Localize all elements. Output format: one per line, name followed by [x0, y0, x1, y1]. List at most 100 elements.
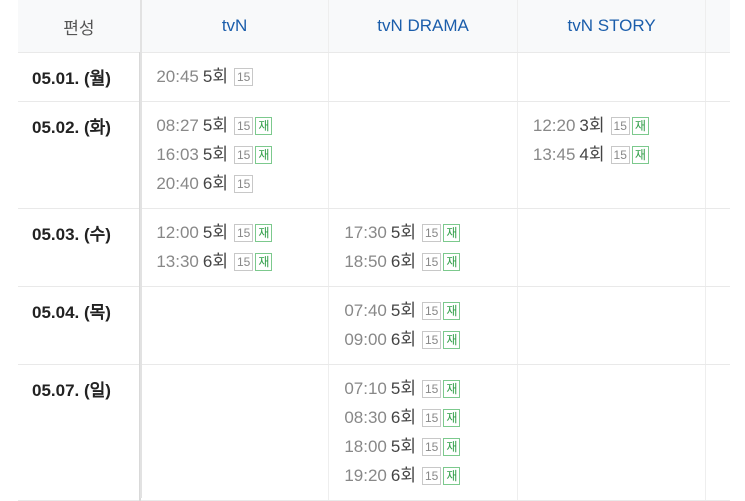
- schedule-row: 05.03. (수) 12:00 5회 15 재 13:30 6회 15 재 17:30 5회 15 재…: [18, 208, 730, 287]
- row-spacer: [705, 208, 730, 287]
- schedule-cell-tvn-story: 12:20 3회 15 재 13:45 4회 15 재: [516, 101, 706, 209]
- broadcast-entry[interactable]: 09:00 6회 15 재: [344, 325, 517, 354]
- broadcast-entry[interactable]: 12:20 3회 15 재: [533, 111, 706, 140]
- broadcast-entry[interactable]: 16:03 5회 15 재: [156, 140, 328, 169]
- schedule-cell-tvn-story: [516, 364, 706, 501]
- schedule-row: 05.01. (월) 20:45 5회 15: [18, 52, 730, 102]
- rerun-badge: 재: [631, 146, 649, 164]
- episode-number: 6회: [202, 174, 228, 193]
- episode-number: 5회: [202, 145, 228, 164]
- broadcast-time: 20:40: [156, 174, 199, 193]
- broadcast-entry[interactable]: 07:40 5회 15 재: [344, 296, 517, 325]
- broadcast-entry[interactable]: 19:20 6회 15 재: [344, 461, 517, 490]
- age-rating-badge: 15: [233, 146, 254, 164]
- schedule-cell-tvn-story: [516, 52, 706, 102]
- channel-header-tvn[interactable]: tvN: [139, 0, 329, 53]
- episode-number: 6회: [390, 466, 416, 485]
- schedule-cell-tvn: 08:27 5회 15 재 16:03 5회 15 재 20:40 6회 15: [140, 101, 329, 209]
- episode-number: 5회: [202, 223, 228, 242]
- schedule-row: 05.04. (목) 07:40 5회 15 재 09:00 6회 15 재: [18, 286, 730, 365]
- broadcast-time: 16:03: [156, 145, 199, 164]
- episode-number: 6회: [390, 252, 416, 271]
- age-rating-badge: 15: [233, 175, 254, 193]
- age-rating-badge: 15: [422, 331, 442, 349]
- schedule-cell-tvn-drama: 07:40 5회 15 재 09:00 6회 15 재: [328, 286, 518, 365]
- broadcast-entry[interactable]: 18:50 6회 15 재: [344, 247, 517, 276]
- episode-number: 4회: [579, 145, 605, 164]
- broadcast-time: 18:50: [344, 252, 387, 271]
- broadcast-entry[interactable]: 18:00 5회 15 재: [344, 432, 517, 461]
- schedule-cell-tvn: [140, 364, 329, 501]
- broadcast-time: 08:30: [344, 408, 387, 427]
- schedule-date: 05.02. (화): [18, 101, 142, 209]
- age-rating-badge: 15: [422, 380, 442, 398]
- age-rating-badge: 15: [422, 253, 442, 271]
- age-rating-badge: 15: [422, 438, 442, 456]
- rerun-badge: 재: [255, 146, 273, 164]
- broadcast-schedule-table: 편성 tvN tvN DRAMA tvN STORY 05.01. (월) 20:…: [18, 0, 730, 501]
- schedule-date: 05.04. (목): [18, 286, 142, 365]
- broadcast-entry[interactable]: 07:10 5회 15 재: [344, 374, 517, 403]
- rerun-badge: 재: [443, 302, 461, 320]
- schedule-date: 05.07. (일): [18, 364, 142, 501]
- episode-number: 6회: [390, 408, 416, 427]
- broadcast-time: 13:45: [532, 145, 576, 164]
- row-spacer: [705, 52, 730, 102]
- broadcast-time: 09:00: [344, 330, 387, 349]
- schedule-row: 05.02. (화) 08:27 5회 15 재 16:03 5회 15 재 20:40 6회 15 1…: [18, 101, 730, 209]
- age-rating-badge: 15: [233, 117, 254, 135]
- episode-number: 6회: [202, 252, 228, 271]
- broadcast-time: 07:10: [344, 379, 387, 398]
- episode-number: 5회: [390, 437, 416, 456]
- channel-header-tvn-story[interactable]: tvN STORY: [516, 0, 706, 53]
- age-rating-badge: 15: [610, 146, 630, 164]
- broadcast-time: 12:20: [532, 116, 576, 135]
- broadcast-time: 20:45: [156, 67, 199, 86]
- rerun-badge: 재: [631, 117, 649, 135]
- broadcast-entry[interactable]: 17:30 5회 15 재: [344, 218, 517, 247]
- age-rating-badge: 15: [422, 409, 442, 427]
- age-rating-badge: 15: [610, 117, 630, 135]
- broadcast-entry[interactable]: 12:00 5회 15 재: [156, 218, 328, 247]
- age-rating-badge: 15: [422, 302, 442, 320]
- rerun-badge: 재: [443, 380, 461, 398]
- broadcast-entry[interactable]: 08:30 6회 15 재: [344, 403, 517, 432]
- age-rating-badge: 15: [422, 467, 442, 485]
- rerun-badge: 재: [443, 409, 461, 427]
- age-rating-badge: 15: [422, 224, 442, 242]
- episode-number: 5회: [202, 116, 228, 135]
- broadcast-entry[interactable]: 20:40 6회 15: [156, 169, 328, 198]
- schedule-cell-tvn-story: [516, 286, 706, 365]
- schedule-cell-tvn: 20:45 5회 15: [140, 52, 329, 102]
- rerun-badge: 재: [443, 467, 461, 485]
- row-spacer: [705, 364, 730, 501]
- broadcast-entry[interactable]: 20:45 5회 15: [156, 62, 328, 91]
- episode-number: 5회: [202, 67, 228, 86]
- rerun-badge: 재: [255, 117, 273, 135]
- date-column-divider: [140, 0, 142, 498]
- broadcast-entry[interactable]: 13:30 6회 15 재: [156, 247, 328, 276]
- age-rating-badge: 15: [233, 253, 254, 271]
- broadcast-time: 13:30: [156, 252, 199, 271]
- age-rating-badge: 15: [233, 68, 254, 86]
- broadcast-time: 18:00: [344, 437, 387, 456]
- episode-number: 6회: [390, 330, 416, 349]
- schedule-cell-tvn-drama: 07:10 5회 15 재 08:30 6회 15 재 18:00 5회 15 재 19:20 6회 15 재: [328, 364, 518, 501]
- broadcast-entry[interactable]: 08:27 5회 15 재: [156, 111, 328, 140]
- schedule-cell-tvn: [140, 286, 329, 365]
- header-spacer: [705, 0, 730, 53]
- schedule-cell-tvn-drama: [328, 101, 518, 209]
- broadcast-time: 08:27: [156, 116, 199, 135]
- row-spacer: [705, 286, 730, 365]
- episode-number: 3회: [579, 116, 605, 135]
- broadcast-entry[interactable]: 13:45 4회 15 재: [533, 140, 706, 169]
- rerun-badge: 재: [443, 331, 461, 349]
- channel-header-tvn-drama[interactable]: tvN DRAMA: [328, 0, 518, 53]
- rerun-badge: 재: [443, 224, 461, 242]
- broadcast-time: 19:20: [344, 466, 387, 485]
- episode-number: 5회: [390, 301, 416, 320]
- row-spacer: [705, 101, 730, 209]
- schedule-header-row: 편성 tvN tvN DRAMA tvN STORY: [18, 0, 730, 53]
- rerun-badge: 재: [255, 253, 273, 271]
- rerun-badge: 재: [255, 224, 273, 242]
